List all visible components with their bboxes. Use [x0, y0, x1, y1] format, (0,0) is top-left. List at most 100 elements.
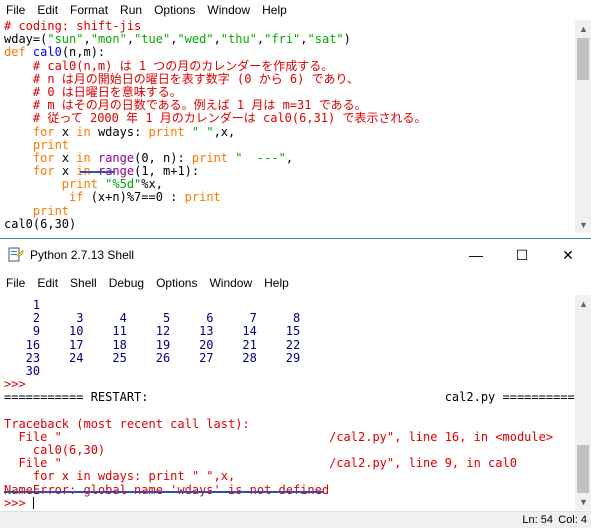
code-token: print [184, 190, 221, 205]
editor-menu-window[interactable]: Window [201, 3, 256, 17]
shell-line: 23 24 25 26 27 28 29 [4, 351, 575, 365]
shell-output[interactable]: 1 2 3 4 5 6 7 8 9 10 11 12 13 14 15 16 1… [4, 299, 575, 510]
wdays-underline-mark [80, 171, 115, 173]
code-token: >>> [4, 495, 33, 510]
code-token: 30 [4, 363, 41, 378]
code-token: Traceback (most recent call last): [4, 416, 250, 431]
editor-code[interactable]: # coding: shift-jis wday=("sun","mon","tu… [4, 20, 426, 231]
shell-menu-shell[interactable]: Shell [64, 276, 103, 290]
python-idle-icon [8, 247, 24, 262]
shell-menu-edit[interactable]: Edit [31, 276, 64, 290]
shell-menu-options[interactable]: Options [150, 276, 203, 290]
scroll-up-icon[interactable]: ▲ [575, 295, 591, 312]
code-token: wday=( [4, 32, 48, 47]
editor-scroll-thumb[interactable] [577, 38, 589, 80]
status-bar: Ln: 54 Col: 4 [0, 511, 591, 528]
code-token: for [32, 164, 55, 179]
code-token: x [54, 164, 77, 179]
shell-output-area[interactable]: 1 2 3 4 5 6 7 8 9 10 11 12 13 14 15 16 1… [0, 299, 575, 512]
shell-menu-window[interactable]: Window [203, 276, 258, 290]
code-token: (x+n)%7==0 : [83, 190, 185, 205]
status-line: Ln: 54 [522, 514, 553, 526]
shell-window-title: Python 2.7.13 Shell [30, 248, 135, 262]
shell-titlebar: Python 2.7.13 Shell — ☐ ✕ [0, 239, 591, 271]
code-token: in [76, 150, 91, 165]
editor-text-area[interactable]: # coding: shift-jis wday=("sun","mon","tu… [0, 20, 575, 233]
code-token: # coding: shift-jis [4, 20, 142, 33]
code-token: %x, [141, 177, 163, 192]
editor-vertical-scrollbar[interactable]: ▲ ▼ [575, 20, 591, 233]
code-token: "fri" [264, 32, 301, 47]
code-token: (n,m): [61, 45, 106, 60]
code-token: print [61, 177, 98, 192]
code-token: , [285, 150, 294, 165]
scroll-down-icon[interactable]: ▼ [575, 493, 591, 510]
editor-menu-edit[interactable]: Edit [31, 3, 64, 17]
code-token: 2 3 4 5 6 7 8 [4, 311, 301, 326]
code-token: # 従って 2000 年 1 月のカレンダーは cal0(6,31) で表示され… [4, 111, 427, 126]
shell-window: Python 2.7.13 Shell — ☐ ✕ File Edit Shell D… [0, 238, 591, 528]
code-token: NameError: global name 'wdays' is not de… [4, 482, 330, 497]
code-token: # cal0(n,m) は 1 つの月のカレンダーを作成する。 [4, 58, 334, 73]
code-token: print [148, 124, 185, 139]
code-token: "sun" [47, 32, 84, 47]
code-token: in [76, 124, 91, 139]
close-button[interactable]: ✕ [545, 239, 591, 271]
code-token: " " [191, 124, 214, 139]
code-token: cal0 [32, 45, 62, 60]
shell-line: >>> [4, 495, 575, 510]
code-token: , [300, 32, 308, 47]
code-token: print [32, 203, 70, 218]
editor-menu-format[interactable]: Format [64, 3, 114, 17]
error-underline-mark [4, 491, 323, 493]
code-token: , [213, 32, 221, 47]
editor-menu-file[interactable]: File [0, 3, 31, 17]
editor-menu-run[interactable]: Run [114, 3, 148, 17]
code-token: # n は月の開始日の曜日を表す数字 (0 から 6) であり、 [4, 71, 359, 86]
minimize-button[interactable]: — [453, 239, 499, 271]
code-token: ,x, [213, 124, 236, 139]
code-token: File " /cal2.py", line 16, in <module> [4, 429, 554, 444]
code-token: for [32, 124, 55, 139]
shell-line: =========== RESTART: cal2.py =========== [4, 391, 575, 404]
code-token: 1 [4, 299, 41, 312]
code-token: cal0(6,30) [4, 216, 77, 231]
shell-menu-debug[interactable]: Debug [103, 276, 150, 290]
code-token: 16 17 18 19 20 21 22 [4, 337, 301, 352]
code-token: , [126, 32, 135, 47]
editor-menu-options[interactable]: Options [148, 3, 201, 17]
scroll-down-icon[interactable]: ▼ [575, 216, 591, 233]
shell-menu-file[interactable]: File [0, 276, 31, 290]
code-token: for x in wdays: print " ",x, [4, 469, 236, 484]
code-token: "thu" [220, 32, 257, 47]
editor-menu-help[interactable]: Help [256, 3, 293, 17]
code-token: x [54, 124, 77, 139]
code-token: "wed" [177, 32, 214, 47]
shell-vertical-scrollbar[interactable]: ▲ ▼ [575, 295, 591, 510]
code-token: File " /cal2.py", line 9, in cal0 [4, 456, 517, 471]
code-token: print [191, 150, 229, 165]
code-token: "sat" [307, 32, 344, 47]
code-token: " ---" [235, 150, 286, 165]
shell-scroll-thumb[interactable] [577, 445, 589, 493]
code-token: def [4, 45, 33, 60]
code-token: (0, n): [134, 150, 192, 165]
code-token: # 0 は日曜日を意味する。 [4, 84, 182, 99]
code-token: for [32, 150, 55, 165]
shell-menu-help[interactable]: Help [258, 276, 295, 290]
code-token: ) [343, 32, 351, 47]
status-column: Col: 4 [558, 514, 587, 526]
code-token: >>> [4, 377, 26, 392]
maximize-button[interactable]: ☐ [499, 239, 545, 271]
code-token: "tue" [134, 32, 171, 47]
scroll-up-icon[interactable]: ▲ [575, 20, 591, 37]
code-token: "mon" [90, 32, 127, 47]
code-token: =========== RESTART: cal2.py =========== [4, 390, 575, 405]
